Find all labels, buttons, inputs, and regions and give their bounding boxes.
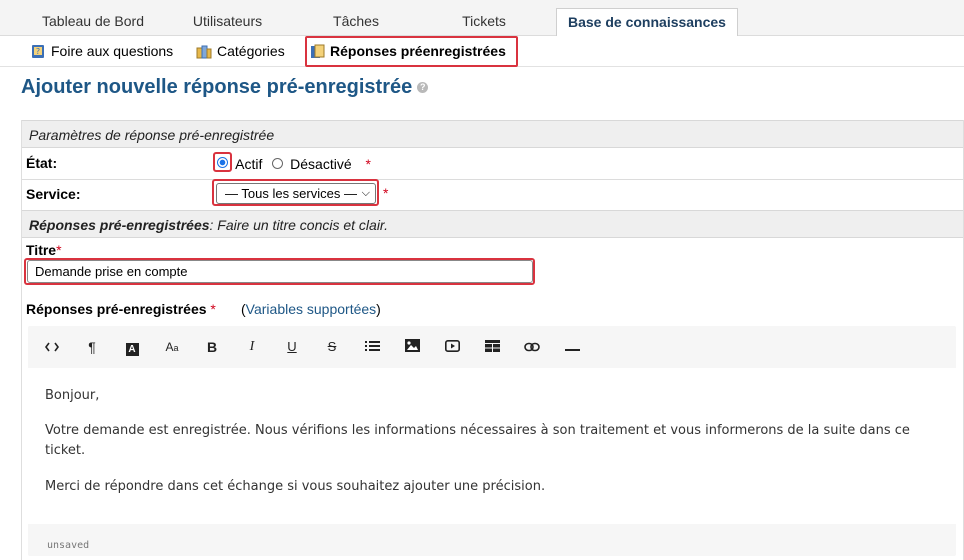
faq-icon: ? — [31, 42, 46, 66]
rich-text-editor: ¶ A Aa B I U S Bonjour, Votre demande es… — [28, 326, 956, 556]
supported-variables: (Variables supportées) — [241, 301, 381, 317]
title-required-mark: * — [56, 242, 62, 258]
state-required-mark: * — [365, 156, 371, 172]
tab-dashboard[interactable]: Tableau de Bord — [20, 6, 166, 35]
svg-text:?: ? — [36, 47, 40, 56]
categories-icon — [196, 42, 212, 66]
page-title-text: Ajouter nouvelle réponse pré-enregistrée — [21, 76, 413, 98]
editor-toolbar: ¶ A Aa B I U S — [28, 334, 956, 362]
font-color-icon[interactable]: A — [120, 334, 144, 360]
responses-section-hint: : Faire un titre concis et clair. — [209, 217, 388, 233]
paragraph-icon[interactable]: ¶ — [80, 334, 104, 360]
state-disabled-radio[interactable] — [272, 158, 284, 169]
tab-tickets[interactable]: Tickets — [438, 6, 530, 35]
state-active-radio-highlight — [213, 152, 232, 172]
title-input[interactable]: Demande prise en compte — [27, 260, 533, 283]
row-divider — [22, 179, 963, 180]
supported-variables-link[interactable]: Variables supportées — [246, 301, 376, 317]
subnav-canned-responses-label: Réponses préenregistrées — [330, 43, 506, 59]
link-icon[interactable] — [520, 334, 544, 360]
canned-response-form: Paramètres de réponse pré-enregistrée Ét… — [21, 120, 964, 560]
tab-knowledge-base[interactable]: Base de connaissances — [556, 8, 738, 37]
chevron-down-icon: ⌵ — [361, 187, 370, 199]
settings-section-header: Paramètres de réponse pré-enregistrée — [22, 120, 963, 148]
state-label: État: — [26, 155, 58, 171]
state-radio-group: Actif Désactivé * — [213, 152, 371, 172]
state-disabled-label[interactable]: Désactivé — [290, 156, 351, 172]
horizontal-rule-icon[interactable] — [560, 334, 584, 360]
bold-icon[interactable]: B — [200, 334, 224, 360]
state-active-label[interactable]: Actif — [235, 156, 262, 172]
editor-line: Merci de répondre dans cet échange si vo… — [45, 479, 546, 494]
font-size-icon[interactable]: Aa — [160, 334, 184, 360]
video-icon[interactable] — [440, 334, 464, 360]
strikethrough-icon[interactable]: S — [320, 334, 344, 360]
italic-icon[interactable]: I — [240, 334, 264, 360]
service-required-mark: * — [383, 185, 389, 201]
editor-status: unsaved — [47, 540, 90, 551]
body-required-mark: * — [210, 301, 216, 317]
body-label: Réponses pré-enregistrées * — [26, 301, 216, 317]
help-icon[interactable]: ? — [417, 82, 429, 93]
tab-users[interactable]: Utilisateurs — [170, 6, 285, 35]
subnav-categories[interactable]: Catégories — [196, 39, 285, 63]
vars-close-paren: ) — [376, 301, 381, 317]
code-view-icon[interactable] — [40, 334, 64, 360]
responses-section-header: Réponses pré-enregistrées: Faire un titr… — [22, 210, 963, 238]
page-title: Ajouter nouvelle réponse pré-enregistrée… — [21, 76, 429, 99]
service-select-value: — Tous les services — — [225, 186, 357, 201]
subnav-categories-label: Catégories — [217, 43, 285, 59]
service-select[interactable]: — Tous les services — ⌵ — [216, 183, 376, 204]
responses-section-title: Réponses pré-enregistrées — [29, 217, 210, 233]
subnav-faq[interactable]: ? Foire aux questions — [31, 39, 173, 63]
editor-line: Votre demande est enregistrée. Nous véri… — [45, 423, 910, 458]
title-label: Titre* — [26, 242, 62, 258]
state-active-radio[interactable] — [217, 157, 228, 168]
list-icon[interactable] — [360, 334, 384, 360]
tab-tasks[interactable]: Tâches — [310, 6, 402, 35]
service-label: Service: — [26, 186, 81, 202]
image-icon[interactable] — [400, 334, 424, 360]
canned-responses-icon — [310, 41, 325, 68]
editor-line: Bonjour, — [45, 388, 100, 403]
subnav-canned-responses[interactable]: Réponses préenregistrées — [305, 36, 518, 67]
body-label-text: Réponses pré-enregistrées — [26, 301, 207, 317]
main-tab-bar: Tableau de Bord Utilisateurs Tâches Tick… — [0, 0, 964, 37]
table-icon[interactable] — [480, 334, 504, 360]
underline-icon[interactable]: U — [280, 334, 304, 360]
title-label-text: Titre — [26, 242, 57, 258]
subnav-faq-label: Foire aux questions — [51, 43, 174, 59]
sub-navigation: ? Foire aux questions Catégories Réponse… — [0, 36, 964, 67]
editor-content[interactable]: Bonjour, Votre demande est enregistrée. … — [28, 368, 956, 524]
